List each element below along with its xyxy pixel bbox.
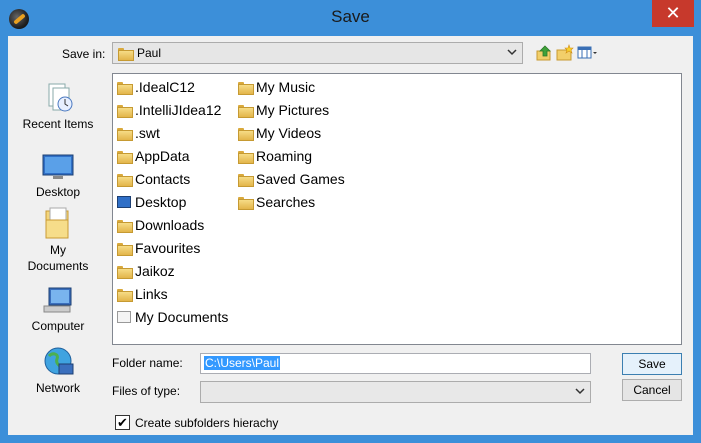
close-button[interactable]: ✕ bbox=[652, 0, 694, 27]
downloads-folder-icon bbox=[117, 219, 133, 233]
files-of-type-dropdown[interactable] bbox=[200, 381, 591, 403]
place-label: Desktop bbox=[35, 185, 81, 199]
dialog-body: Save in: Paul Recent Items Desktop My Do… bbox=[8, 36, 693, 435]
computer-icon bbox=[41, 286, 75, 316]
list-item[interactable]: My Documents bbox=[117, 307, 228, 327]
save-in-label: Save in: bbox=[62, 47, 106, 61]
files-of-type-label: Files of type: bbox=[112, 384, 181, 398]
folder-icon bbox=[117, 265, 133, 279]
list-item[interactable]: Searches bbox=[238, 192, 315, 212]
list-item[interactable]: Links bbox=[117, 284, 168, 304]
folder-icon bbox=[117, 127, 133, 141]
folder-name-value: C:\Users\Paul bbox=[204, 356, 281, 370]
favourites-folder-icon bbox=[117, 242, 133, 256]
file-list[interactable]: .IdealC12 .IntelliJIdea12 .swt AppData C… bbox=[112, 73, 682, 345]
list-item[interactable]: My Videos bbox=[238, 123, 321, 143]
recent-items-icon bbox=[41, 82, 75, 114]
view-menu-icon[interactable] bbox=[577, 44, 599, 62]
subfolders-label: Create subfolders hierachy bbox=[135, 416, 279, 430]
network-icon bbox=[41, 346, 75, 378]
list-item[interactable]: Downloads bbox=[117, 215, 204, 235]
list-item[interactable]: My Pictures bbox=[238, 100, 329, 120]
list-item[interactable]: .swt bbox=[117, 123, 160, 143]
list-item[interactable]: Roaming bbox=[238, 146, 312, 166]
list-item[interactable]: AppData bbox=[117, 146, 189, 166]
links-folder-icon bbox=[117, 288, 133, 302]
title-bar: Save ✕ bbox=[0, 0, 701, 36]
cancel-button[interactable]: Cancel bbox=[622, 379, 682, 401]
folder-icon bbox=[117, 81, 133, 95]
chevron-down-icon bbox=[506, 46, 518, 61]
folder-name-label: Folder name: bbox=[112, 356, 183, 370]
place-label: Network bbox=[35, 381, 80, 395]
list-item[interactable]: Desktop bbox=[117, 192, 186, 212]
save-button[interactable]: Save bbox=[622, 353, 682, 375]
my-documents-folder-icon bbox=[117, 311, 131, 323]
folder-icon bbox=[117, 104, 133, 118]
save-in-dropdown[interactable]: Paul bbox=[112, 42, 523, 64]
contacts-folder-icon bbox=[117, 173, 133, 187]
place-computer[interactable]: Computer bbox=[8, 286, 108, 334]
pictures-folder-icon bbox=[238, 104, 254, 118]
chevron-down-icon bbox=[574, 385, 586, 400]
saved-games-folder-icon bbox=[238, 173, 254, 187]
save-in-value: Paul bbox=[137, 46, 162, 60]
list-item[interactable]: .IdealC12 bbox=[117, 77, 195, 97]
place-my-documents[interactable]: My Documents bbox=[8, 206, 108, 274]
places-bar: Recent Items Desktop My Documents Comput… bbox=[8, 74, 108, 396]
desktop-icon bbox=[41, 152, 75, 182]
place-recent-items[interactable]: Recent Items bbox=[8, 82, 108, 132]
new-folder-icon[interactable] bbox=[556, 44, 574, 62]
place-desktop[interactable]: Desktop bbox=[8, 152, 108, 200]
place-label: Recent Items bbox=[22, 117, 94, 131]
list-item[interactable]: .IntelliJIdea12 bbox=[117, 100, 221, 120]
searches-folder-icon bbox=[238, 196, 254, 210]
list-item[interactable]: Contacts bbox=[117, 169, 190, 189]
folder-icon bbox=[238, 150, 254, 164]
folder-icon bbox=[117, 150, 133, 164]
list-item[interactable]: Jaikoz bbox=[117, 261, 175, 281]
folder-icon bbox=[118, 47, 134, 61]
list-item[interactable]: My Music bbox=[238, 77, 315, 97]
list-item[interactable]: Saved Games bbox=[238, 169, 345, 189]
music-folder-icon bbox=[238, 81, 254, 95]
desktop-folder-icon bbox=[117, 196, 131, 208]
up-folder-icon[interactable] bbox=[536, 44, 554, 62]
my-documents-icon bbox=[43, 206, 73, 240]
place-network[interactable]: Network bbox=[8, 346, 108, 396]
folder-name-input[interactable]: C:\Users\Paul bbox=[200, 353, 591, 374]
list-item[interactable]: Favourites bbox=[117, 238, 200, 258]
videos-folder-icon bbox=[238, 127, 254, 141]
place-label: Computer bbox=[31, 319, 85, 333]
subfolders-checkbox[interactable]: ✔ bbox=[115, 415, 130, 430]
place-label: My Documents bbox=[27, 243, 89, 273]
window-title: Save bbox=[331, 7, 370, 26]
